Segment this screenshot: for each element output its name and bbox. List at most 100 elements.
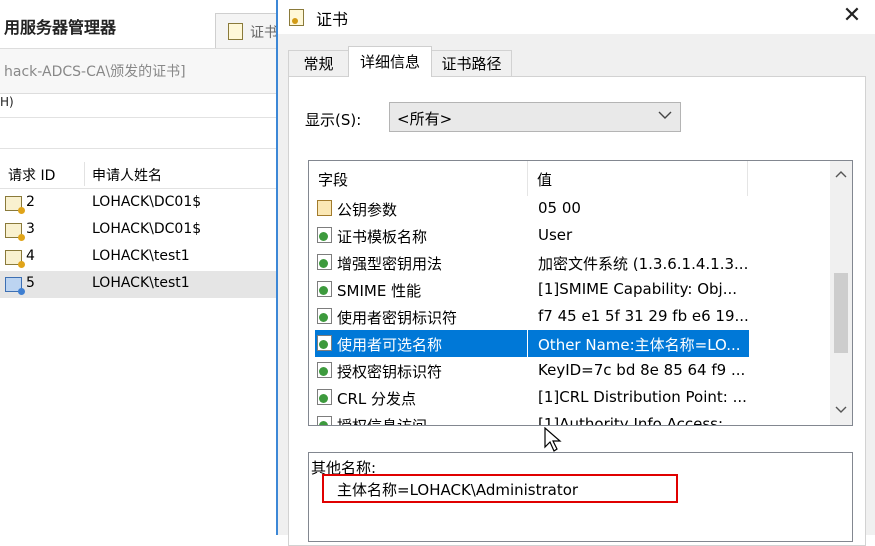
tab-general[interactable]: 常规: [288, 50, 349, 76]
field-value: [1]SMIME Capability: Obj...: [538, 280, 738, 298]
list-item[interactable]: 授权信息访问 [1]Authority Info Access: ...: [309, 411, 829, 426]
request-id: 3: [26, 221, 35, 237]
list-item[interactable]: 增强型密钥用法 加密文件系统 (1.3.6.1.4.1.3...: [309, 249, 829, 276]
column-divider[interactable]: [84, 162, 85, 186]
ca-management-window: 用服务器管理器 证书 hack-ADCS-CA\颁发的证书] H) 请求 ID …: [0, 0, 276, 535]
mouse-pointer-icon: [544, 427, 562, 452]
issued-certificate-icon: [5, 250, 25, 268]
show-dropdown-value: <所有>: [397, 110, 453, 128]
scrollbar-thumb[interactable]: [834, 273, 848, 353]
column-field[interactable]: 字段: [318, 169, 348, 190]
table-row[interactable]: 5 LOHACK\test1: [0, 271, 276, 298]
field-name: 使用者可选名称: [337, 336, 443, 354]
field-value: KeyID=7c bd 8e 85 64 f9 ...: [538, 361, 746, 379]
dialog-titlebar: 证书 ✕: [278, 0, 875, 34]
table-row[interactable]: 4 LOHACK\test1: [0, 244, 276, 271]
value-cell: [1]CRL Distribution Point: ...: [528, 384, 749, 411]
toolbar: [0, 117, 276, 149]
value-cell: [1]SMIME Capability: Obj...: [528, 276, 749, 303]
field-cell: SMIME 性能: [315, 276, 527, 303]
tab-label: 证书: [250, 25, 276, 41]
extension-icon: [317, 254, 332, 270]
column-value[interactable]: 值: [537, 169, 552, 190]
field-value: 05 00: [538, 199, 581, 217]
field-name: 增强型密钥用法: [337, 255, 443, 273]
extension-icon: [317, 308, 332, 324]
requester-name: LOHACK\DC01$: [92, 221, 202, 237]
field-value: Other Name:主体名称=LO...: [538, 336, 741, 354]
field-value: 加密文件系统 (1.3.6.1.4.1.3...: [538, 255, 748, 273]
field-name: 公钥参数: [337, 201, 398, 219]
field-name: 授权密钥标识符: [337, 363, 443, 381]
extension-icon: [317, 335, 332, 351]
field-value: [1]CRL Distribution Point: ...: [538, 388, 747, 406]
field-value: f7 45 e1 5f 31 29 fb e6 19...: [538, 307, 748, 325]
vertical-scrollbar[interactable]: [830, 161, 852, 425]
field-name: CRL 分发点: [337, 390, 417, 408]
field-detail-textbox[interactable]: 其他名称: 主体名称=LOHACK\Administrator: [308, 452, 853, 542]
key-icon: [317, 200, 332, 216]
fields-list[interactable]: 字段 值 公钥参数 05 00 证书模板名称 User 增强型密钥用法 加密文件…: [308, 160, 853, 426]
list-item[interactable]: 使用者密钥标识符 f7 45 e1 5f 31 29 fb e6 19...: [309, 303, 829, 330]
certificate-icon: [228, 23, 243, 40]
fields-list-header: 字段 值: [309, 161, 829, 196]
tab-details[interactable]: 详细信息: [348, 46, 432, 77]
field-name: 授权信息访问: [337, 417, 428, 426]
value-cell: f7 45 e1 5f 31 29 fb e6 19...: [528, 303, 749, 330]
list-item-selected[interactable]: 使用者可选名称 Other Name:主体名称=LO...: [309, 330, 829, 357]
column-divider[interactable]: [747, 161, 748, 196]
field-cell: 使用者密钥标识符: [315, 303, 527, 330]
tab-certificate-window[interactable]: 证书: [215, 13, 276, 48]
extension-icon: [317, 227, 332, 243]
extension-icon: [317, 362, 332, 378]
close-button[interactable]: ✕: [837, 2, 867, 32]
field-cell: 公钥参数: [315, 195, 527, 222]
field-cell: 证书模板名称: [315, 222, 527, 249]
column-request-id[interactable]: 请求 ID: [8, 165, 55, 185]
menu-help[interactable]: H): [0, 95, 14, 109]
dialog-title: 证书: [316, 10, 349, 29]
value-cell: [1]Authority Info Access: ...: [528, 411, 749, 425]
field-cell: CRL 分发点: [315, 384, 527, 411]
list-item[interactable]: 授权密钥标识符 KeyID=7c bd 8e 85 64 f9 ...: [309, 357, 829, 384]
table-row[interactable]: 2 LOHACK\DC01$: [0, 190, 276, 217]
requester-name: LOHACK\test1: [92, 248, 190, 264]
request-id: 4: [26, 248, 35, 264]
list-item[interactable]: SMIME 性能 [1]SMIME Capability: Obj...: [309, 276, 829, 303]
chevron-down-icon: [658, 109, 672, 123]
certificate-dialog: 证书 ✕ 常规 详细信息 证书路径 显示(S): <所有> 字段 值 公钥参数 …: [276, 0, 875, 546]
scroll-up-arrow-icon[interactable]: [830, 165, 852, 185]
column-divider[interactable]: [527, 161, 528, 196]
extension-icon: [317, 389, 332, 405]
detail-value: 主体名称=LOHACK\Administrator: [337, 481, 579, 499]
scroll-down-arrow-icon[interactable]: [830, 401, 852, 421]
field-cell: 增强型密钥用法: [315, 249, 527, 276]
field-name: 使用者密钥标识符: [337, 309, 458, 327]
show-dropdown[interactable]: <所有>: [389, 102, 681, 132]
request-list-header: 请求 ID 申请人姓名: [0, 160, 276, 189]
value-cell: KeyID=7c bd 8e 85 64 f9 ...: [528, 357, 749, 384]
value-cell: 加密文件系统 (1.3.6.1.4.1.3...: [528, 249, 749, 276]
value-cell: 05 00: [528, 195, 749, 222]
list-item[interactable]: 证书模板名称 User: [309, 222, 829, 249]
window-title: 用服务器管理器: [4, 18, 117, 37]
request-id: 5: [26, 275, 35, 291]
column-requester-name[interactable]: 申请人姓名: [92, 165, 162, 185]
breadcrumb-text: hack-ADCS-CA\颁发的证书]: [4, 64, 186, 80]
field-value: User: [538, 226, 573, 244]
list-item[interactable]: 公钥参数 05 00: [309, 195, 829, 222]
breadcrumb: hack-ADCS-CA\颁发的证书]: [0, 48, 276, 94]
field-cell: 授权信息访问: [315, 411, 527, 426]
issued-certificate-icon: [5, 196, 25, 214]
tab-certification-path[interactable]: 证书路径: [431, 50, 512, 76]
value-cell: Other Name:主体名称=LO...: [528, 330, 749, 357]
requester-name: LOHACK\test1: [92, 275, 190, 291]
certificate-icon: [289, 9, 304, 26]
list-item[interactable]: CRL 分发点 [1]CRL Distribution Point: ...: [309, 384, 829, 411]
field-name: SMIME 性能: [337, 282, 422, 300]
field-cell: 授权密钥标识符: [315, 357, 527, 384]
field-name: 证书模板名称: [337, 228, 428, 246]
field-cell: 使用者可选名称: [315, 330, 527, 357]
request-id: 2: [26, 194, 35, 210]
table-row[interactable]: 3 LOHACK\DC01$: [0, 217, 276, 244]
